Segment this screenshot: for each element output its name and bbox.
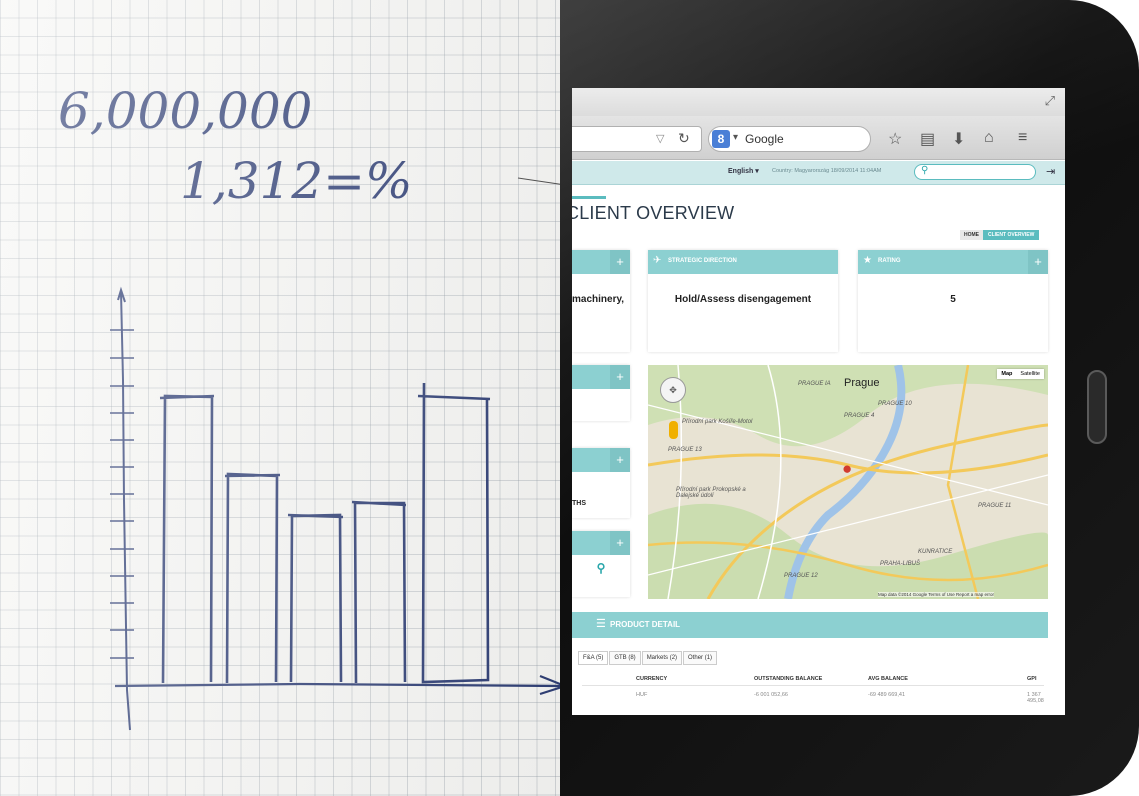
breadcrumb-home[interactable]: HOME bbox=[960, 230, 983, 240]
logout-icon[interactable]: ⇥ bbox=[1046, 165, 1055, 178]
stub-value: THS bbox=[572, 500, 586, 507]
bookmark-star-icon[interactable]: ☆ bbox=[888, 129, 902, 149]
product-tabs: F&A (5) GTB (8) Markets (2) Other (1) bbox=[578, 651, 718, 665]
expand-icon[interactable]: ⤢ bbox=[1045, 93, 1055, 109]
product-detail-header: ☰ PRODUCT DETAIL bbox=[572, 612, 1048, 638]
cell-currency: HUF bbox=[636, 692, 648, 698]
chevron-down-icon[interactable]: ▾ bbox=[733, 132, 738, 143]
card-title: RATING bbox=[878, 258, 901, 264]
language-selector[interactable]: English ▾ bbox=[728, 167, 759, 175]
card-stub-3: + ⚲ bbox=[572, 531, 630, 597]
card-strategic-direction: ✈ STRATEGIC DIRECTION Hold/Assess diseng… bbox=[648, 250, 838, 352]
map-widget[interactable]: Prague PRAGUE IA PRAGUE 10 PRAGUE 4 PRAG… bbox=[648, 365, 1048, 599]
map-label: PRAGUE 13 bbox=[668, 447, 702, 453]
url-bar[interactable]: ▽ ↻ bbox=[572, 126, 702, 152]
map-label: Přírodní park Prokopské a Dalejské údolí bbox=[676, 487, 746, 499]
bar-2 bbox=[224, 472, 281, 684]
bar-4 bbox=[351, 500, 407, 684]
bar-3 bbox=[287, 513, 344, 683]
menu-icon[interactable]: ≡ bbox=[1018, 129, 1027, 147]
map-label: PRAHA-LIBUŠ bbox=[880, 561, 921, 567]
handwritten-number: 6,000,000 bbox=[58, 82, 313, 140]
column-header[interactable]: OUTSTANDING BALANCE bbox=[754, 676, 822, 682]
card-rating: ★ RATING + 5 bbox=[858, 250, 1048, 352]
product-detail-title: PRODUCT DETAIL bbox=[610, 620, 681, 629]
site-header: English ▾ Country: Magyarország 18/09/20… bbox=[572, 161, 1065, 185]
site-search-input[interactable]: ⚲ bbox=[914, 164, 1036, 180]
page-title: CLIENT OVERVIEW bbox=[572, 203, 735, 223]
industry-value: machinery, bbox=[572, 294, 625, 305]
breadcrumb-current: CLIENT OVERVIEW bbox=[983, 230, 1040, 240]
bar-1 bbox=[159, 394, 215, 684]
x-axis-line bbox=[114, 674, 569, 696]
y-axis-line bbox=[117, 286, 131, 731]
map-marker-icon[interactable]: ● bbox=[842, 459, 852, 479]
street-view-pegman-icon[interactable] bbox=[669, 421, 678, 439]
browser-toolbar: ▽ ↻ 8 ▾ Google ☆ ▤ ⬇ ⌂ ≡ bbox=[572, 116, 1065, 160]
map-label: PRAGUE 11 bbox=[978, 503, 1012, 509]
column-header[interactable]: CURRENCY bbox=[636, 676, 667, 682]
tablet-home-button[interactable] bbox=[1087, 370, 1107, 444]
expand-plus-icon[interactable]: + bbox=[1028, 250, 1048, 274]
expand-plus-icon[interactable]: + bbox=[610, 531, 630, 555]
cell-gpi: 1 367 495,08 bbox=[1027, 692, 1044, 704]
map-label: PRAGUE IA bbox=[798, 381, 831, 387]
browser-titlebar: ⤢ bbox=[572, 88, 1065, 116]
map-attribution: Map data ©2014 Google Terms of Use Repor… bbox=[878, 592, 995, 597]
card-stub-2: + THS bbox=[572, 448, 630, 518]
card-industry: + machinery, bbox=[572, 250, 630, 352]
tablet-screen: ⤢ ▽ ↻ 8 ▾ Google ☆ ▤ ⬇ ⌂ ≡ English ▾ Cou… bbox=[572, 88, 1065, 715]
map-label: PRAGUE 10 bbox=[878, 401, 912, 407]
map-pan-control[interactable]: ✥ bbox=[660, 377, 686, 403]
star-icon: ★ bbox=[863, 255, 872, 266]
home-icon[interactable]: ⌂ bbox=[984, 129, 994, 147]
card-title: STRATEGIC DIRECTION bbox=[668, 258, 737, 264]
history-dropdown-icon[interactable]: ▽ bbox=[656, 132, 664, 145]
rating-value: 5 bbox=[950, 294, 956, 305]
expand-plus-icon[interactable]: + bbox=[610, 448, 630, 472]
reload-icon[interactable]: ↻ bbox=[678, 130, 690, 147]
google-icon: 8 bbox=[712, 130, 730, 148]
tab-markets[interactable]: Markets (2) bbox=[641, 651, 683, 665]
tab-gtb[interactable]: GTB (8) bbox=[609, 651, 641, 665]
search-engine-box[interactable]: 8 ▾ Google bbox=[708, 126, 871, 152]
country-info: Country: Magyarország 18/09/2014 11:04AM bbox=[772, 168, 882, 174]
map-label: PRAGUE 12 bbox=[784, 573, 818, 579]
map-label: KUNRATICE bbox=[918, 549, 953, 555]
strategic-direction-value: Hold/Assess disengagement bbox=[674, 294, 812, 305]
bookmarks-list-icon[interactable]: ▤ bbox=[920, 129, 935, 149]
column-header[interactable]: AVG BALANCE bbox=[868, 676, 908, 682]
search-icon: ⚲ bbox=[921, 165, 929, 176]
search-engine-label: Google bbox=[745, 132, 784, 146]
breadcrumb: HOME CLIENT OVERVIEW bbox=[960, 230, 1040, 240]
plane-icon: ✈ bbox=[653, 255, 662, 266]
location-pin-icon: ⚲ bbox=[596, 561, 606, 575]
column-header[interactable]: GPI bbox=[1027, 676, 1036, 682]
y-axis-ticks bbox=[110, 329, 134, 659]
map-button[interactable]: Map bbox=[997, 369, 1016, 379]
map-city-label: Prague bbox=[844, 377, 880, 389]
hand-drawn-bar-chart bbox=[110, 177, 573, 731]
bar-5 bbox=[417, 382, 491, 684]
tab-other[interactable]: Other (1) bbox=[683, 651, 718, 665]
title-accent-bar bbox=[572, 196, 606, 199]
map-label: PRAGUE 4 bbox=[844, 413, 875, 419]
graph-paper: 6,000,000 1,312=% bbox=[0, 0, 580, 796]
download-icon[interactable]: ⬇ bbox=[952, 129, 965, 149]
list-icon: ☰ bbox=[596, 618, 606, 630]
satellite-button[interactable]: Satellite bbox=[1016, 369, 1044, 379]
map-label: Přírodní park Košíře-Motol bbox=[682, 419, 753, 425]
handwritten-formula: 1,312=% bbox=[180, 152, 413, 210]
map-type-toggle: Map Satellite bbox=[997, 369, 1044, 379]
card-stub-1: + bbox=[572, 365, 630, 421]
cell-avg: -69 489 669,41 bbox=[868, 692, 906, 698]
table-divider bbox=[582, 685, 1044, 686]
expand-plus-icon[interactable]: + bbox=[610, 365, 630, 389]
cell-outstanding: -6 001 052,66 bbox=[754, 692, 788, 698]
tab-fa[interactable]: F&A (5) bbox=[578, 651, 609, 665]
expand-plus-icon[interactable]: + bbox=[610, 250, 630, 274]
